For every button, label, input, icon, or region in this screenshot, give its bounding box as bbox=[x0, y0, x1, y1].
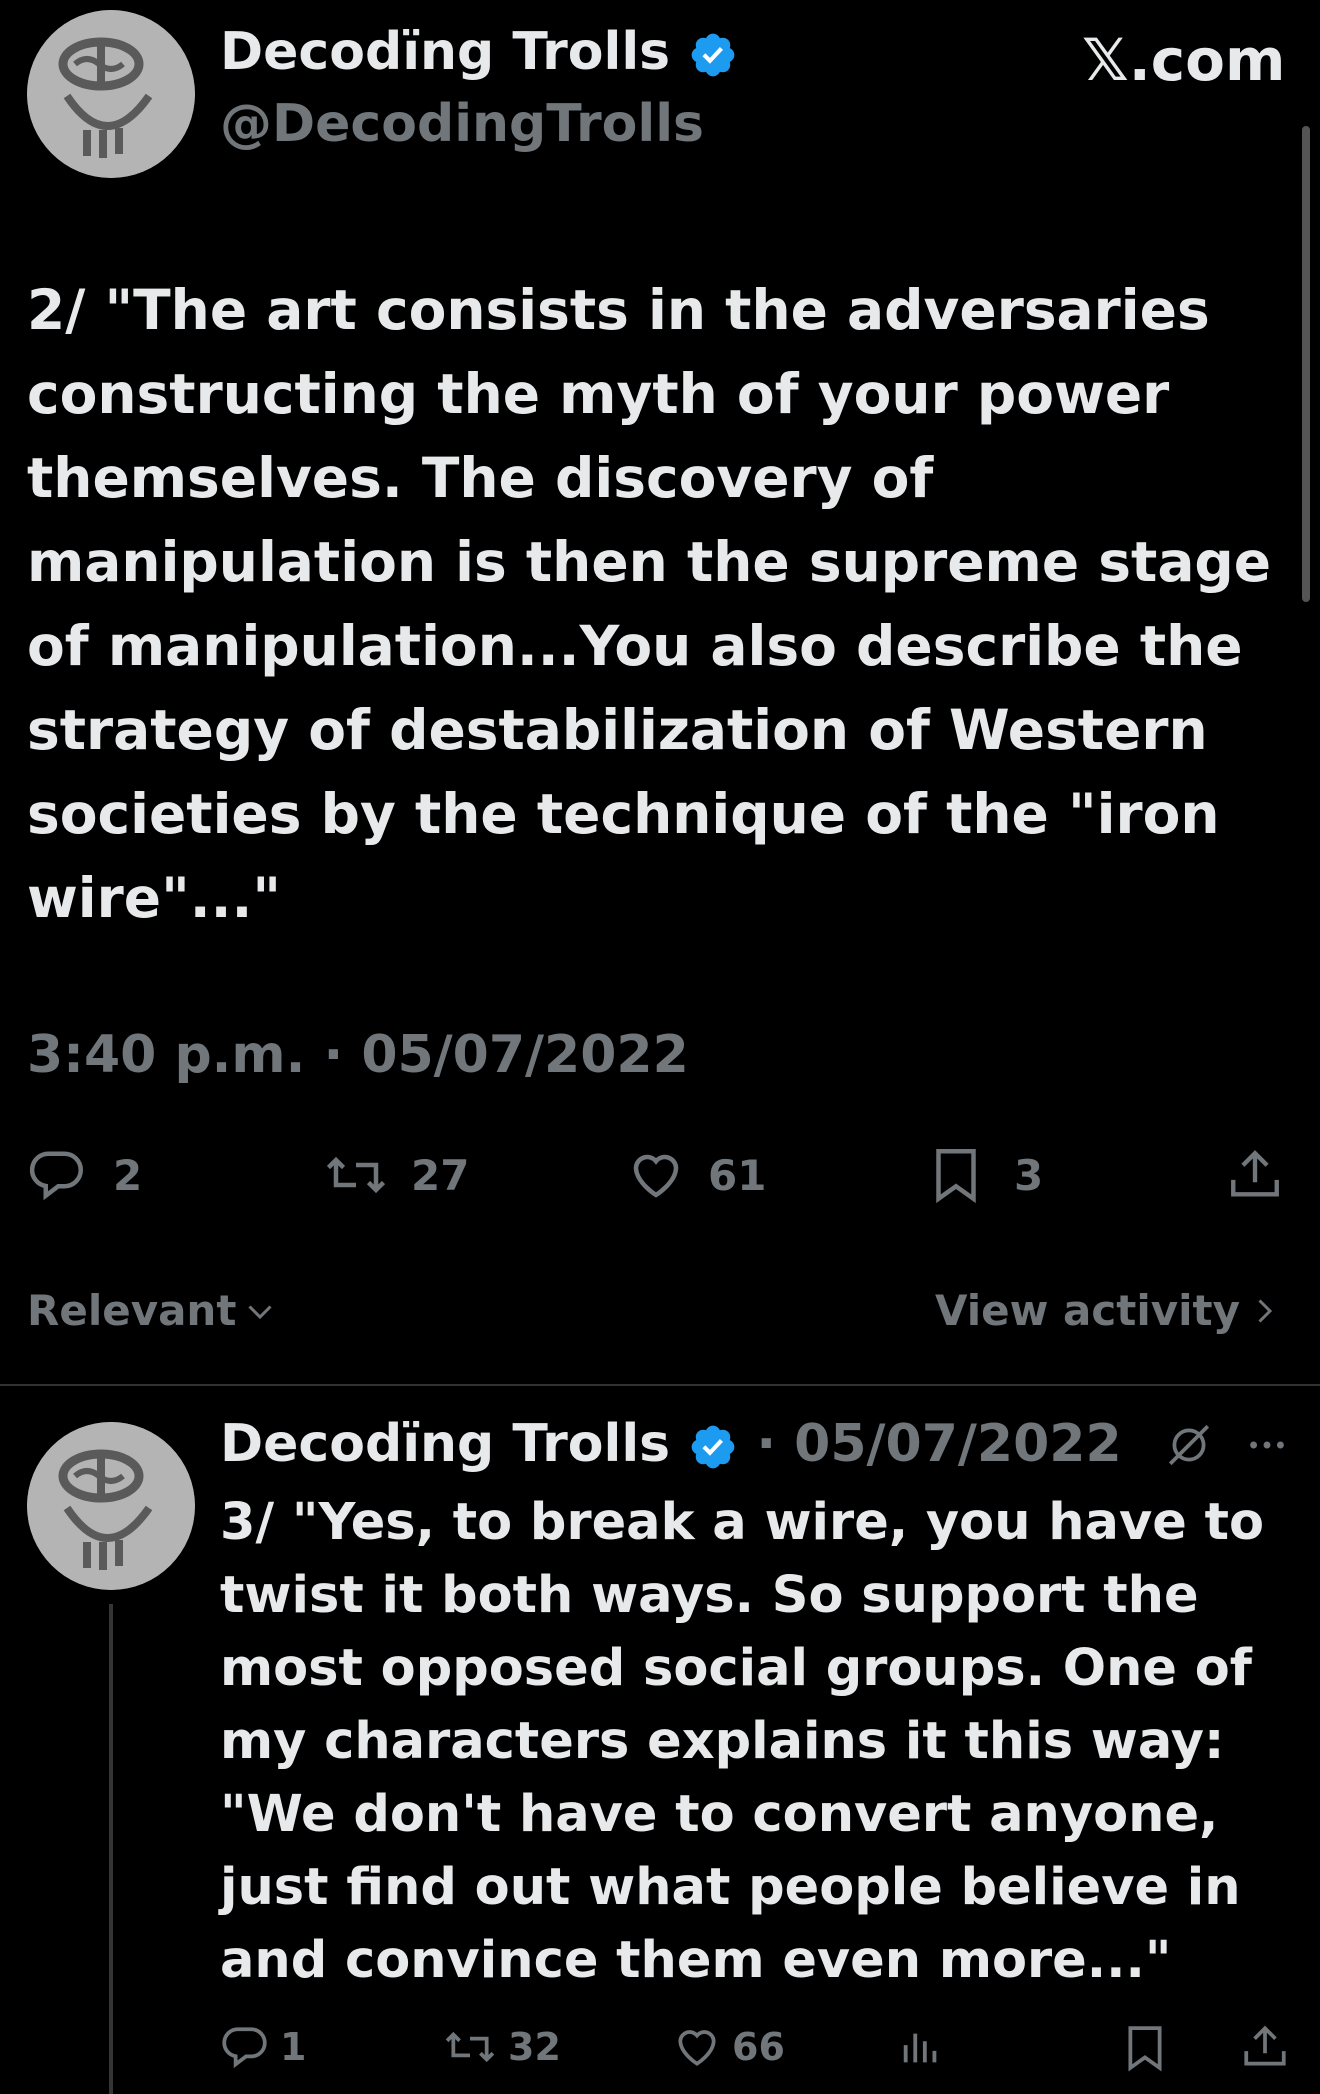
reply-author-name[interactable]: Decodïng Trolls bbox=[220, 1414, 670, 1474]
reply-author-row[interactable]: Decodïng Trolls · 05/07/2022 bbox=[220, 1414, 1122, 1474]
like-count: 61 bbox=[708, 1150, 767, 1200]
repost-icon bbox=[445, 2031, 495, 2063]
author-name-row[interactable]: Decodïng Trolls bbox=[220, 22, 738, 82]
sort-label: Relevant bbox=[27, 1286, 237, 1335]
verified-badge-icon bbox=[691, 33, 735, 77]
more-icon bbox=[1250, 1441, 1284, 1449]
scrollbar[interactable] bbox=[1302, 126, 1310, 602]
tweet-text: 2/ "The art consists in the adversaries … bbox=[27, 278, 1272, 930]
repost-icon bbox=[326, 1156, 386, 1194]
views-icon bbox=[903, 2033, 937, 2063]
chevron-down-icon bbox=[248, 1304, 272, 1319]
reply-icon bbox=[222, 2027, 267, 2069]
author-avatar[interactable] bbox=[27, 10, 195, 178]
reply-icon bbox=[29, 1151, 83, 1201]
avatar-image bbox=[27, 1422, 195, 1590]
reply-reply-button[interactable]: 1 bbox=[220, 2022, 306, 2072]
reply-like-count: 66 bbox=[732, 2025, 785, 2069]
reply-like-button[interactable]: 66 bbox=[672, 2022, 785, 2072]
chevron-right-icon bbox=[1258, 1298, 1273, 1323]
repost-button[interactable]: 27 bbox=[323, 1145, 469, 1205]
like-icon bbox=[678, 2030, 716, 2066]
bookmark-icon bbox=[936, 1149, 976, 1204]
sort-dropdown[interactable]: Relevant bbox=[27, 1286, 278, 1335]
views-button[interactable] bbox=[898, 2022, 944, 2072]
author-handle[interactable]: @DecodingTrolls bbox=[220, 94, 704, 154]
site-label: 𝕏.com bbox=[1082, 26, 1286, 94]
view-activity-link[interactable]: View activity bbox=[935, 1286, 1282, 1335]
thread-line bbox=[109, 1604, 113, 2094]
repost-count: 27 bbox=[411, 1150, 470, 1200]
divider bbox=[0, 1384, 1320, 1386]
share-icon bbox=[1231, 1150, 1279, 1197]
reply-count: 2 bbox=[113, 1150, 143, 1200]
reply-reply-count: 1 bbox=[280, 2025, 307, 2069]
avatar-image bbox=[27, 10, 195, 178]
tweet-timestamp[interactable]: 3:40 p.m. · 05/07/2022 bbox=[27, 1025, 689, 1085]
share-button[interactable] bbox=[1226, 1145, 1284, 1205]
bookmark-count: 3 bbox=[1014, 1150, 1044, 1200]
reply-date[interactable]: · 05/07/2022 bbox=[756, 1414, 1121, 1474]
reply-bookmark-button[interactable] bbox=[1122, 2022, 1168, 2074]
reply-text: 3/ "Yes, to break a wire, you have to tw… bbox=[220, 1493, 1264, 1990]
author-name[interactable]: Decodïng Trolls bbox=[220, 22, 670, 82]
view-activity-label: View activity bbox=[934, 1286, 1240, 1335]
reply-share-button[interactable] bbox=[1240, 2022, 1290, 2072]
grok-button[interactable] bbox=[1164, 1420, 1214, 1474]
reply-repost-button[interactable]: 32 bbox=[442, 2022, 561, 2072]
more-button[interactable] bbox=[1244, 1420, 1290, 1474]
grok-icon bbox=[1168, 1424, 1210, 1466]
bookmark-button[interactable]: 3 bbox=[928, 1145, 1043, 1205]
bookmark-icon bbox=[1128, 2026, 1162, 2072]
reply-author-avatar[interactable] bbox=[27, 1422, 195, 1590]
verified-badge-icon bbox=[691, 1425, 735, 1469]
reply-repost-count: 32 bbox=[508, 2025, 561, 2069]
like-button[interactable]: 61 bbox=[626, 1145, 766, 1205]
reply-button[interactable]: 2 bbox=[27, 1145, 142, 1205]
like-icon bbox=[633, 1154, 679, 1198]
share-icon bbox=[1244, 2025, 1286, 2066]
